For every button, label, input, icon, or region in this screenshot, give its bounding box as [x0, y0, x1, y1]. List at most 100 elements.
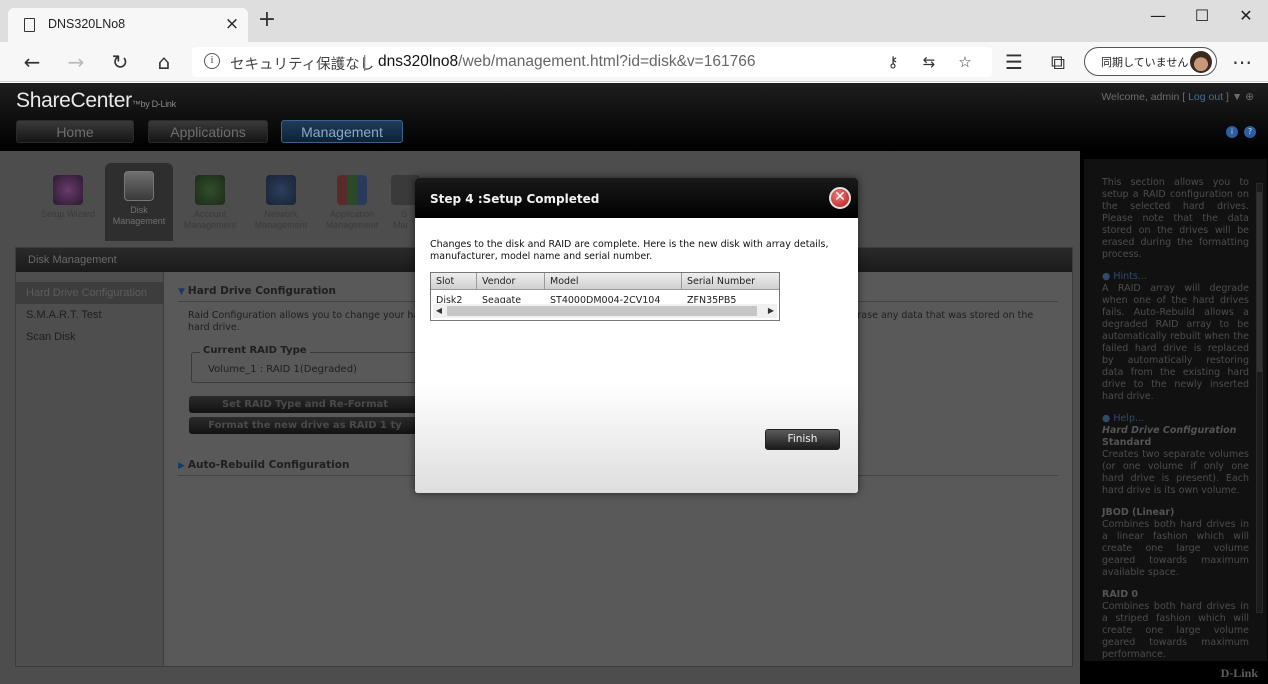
sync-button[interactable]: 同期していません — [1084, 47, 1217, 76]
table-row[interactable]: Disk2 Seagate ST4000DM004-2CV104 ZFN35PB… — [431, 291, 779, 303]
browser-toolbar: ← → ↻ ⌂ i セキュリティ保護なし | dns320lno8/web/ma… — [0, 42, 1268, 82]
page-icon — [24, 18, 35, 32]
help-scrollbar[interactable] — [1256, 183, 1263, 613]
raid-value: Volume_1 : RAID 1(Degraded) — [208, 364, 357, 375]
format-new-drive-button[interactable]: Format the new drive as RAID 1 ty — [189, 417, 421, 434]
tool-setup-wizard[interactable]: Setup Wizard — [34, 167, 102, 237]
key-icon[interactable]: ⚷ — [882, 51, 904, 73]
collections-icon[interactable]: ⧉ — [1044, 48, 1072, 76]
home-icon[interactable]: ⌂ — [150, 48, 178, 76]
scroll-right-icon[interactable]: ▶ — [765, 304, 777, 318]
standard-heading: Standard — [1102, 437, 1152, 448]
back-icon[interactable]: ← — [18, 48, 46, 76]
tool-label: Management — [254, 220, 308, 230]
info-icon[interactable]: i — [1226, 126, 1238, 138]
address-separator: | — [362, 52, 368, 71]
forward-icon[interactable]: → — [62, 48, 90, 76]
tool-application-management[interactable]: Application Management — [318, 167, 386, 237]
section-hard-drive-configuration[interactable]: ▼ Hard Drive Configuration — [178, 285, 336, 297]
desc-left: Raid Configuration allows you to change … — [188, 310, 430, 321]
dialog-header: Step 4 :Setup Completed ✕ — [415, 178, 858, 218]
dialog-title: Step 4 :Setup Completed — [430, 192, 600, 206]
url-host: dns320lno8 — [378, 53, 459, 70]
section-auto-rebuild[interactable]: ▶ Auto-Rebuild Configuration — [178, 459, 349, 471]
expand-triangle-icon: ▶ — [178, 461, 185, 471]
tab-close-icon[interactable]: × — [222, 14, 242, 34]
info-icon[interactable]: i — [204, 53, 220, 69]
help-title-text: Help... — [1113, 413, 1145, 424]
cell-model: ST4000DM004-2CV104 — [550, 295, 661, 303]
expand-triangle-icon: ▼ — [178, 287, 185, 297]
col-vendor[interactable]: Vendor — [477, 273, 545, 290]
grid-scrollbar[interactable]: ◀ ▶ — [433, 304, 777, 318]
desc-line2: hard drive. — [188, 322, 240, 333]
sidebar-item-smart-test[interactable]: S.M.A.R.T. Test — [16, 304, 163, 326]
logout-link[interactable]: Log out — [1185, 91, 1226, 103]
col-serial-number[interactable]: Serial Number — [682, 273, 779, 290]
help-icon[interactable]: ? — [1244, 126, 1256, 138]
app-header: ShareCenter™by D-Link Welcome, admin [ L… — [0, 83, 1268, 151]
sidebar-item-hard-drive-configuration[interactable]: Hard Drive Configuration — [16, 282, 163, 304]
scroll-thumb[interactable] — [447, 306, 757, 316]
url-path: /web/management.html?id=disk&v=161766 — [458, 53, 756, 70]
globe-icon[interactable]: ⊕ — [1245, 91, 1254, 103]
col-slot[interactable]: Slot — [431, 273, 477, 290]
refresh-icon[interactable]: ↻ — [106, 48, 134, 76]
translate-icon[interactable]: ⇆ — [918, 51, 940, 73]
browser-window: DNS320LNo8 × + — ☐ ✕ ← → ↻ ⌂ i セキュリティ保護な… — [0, 0, 1268, 684]
scroll-left-icon[interactable]: ◀ — [433, 304, 445, 318]
sidebar-item-scan-disk[interactable]: Scan Disk — [16, 326, 163, 348]
maximize-button[interactable]: ☐ — [1182, 6, 1222, 28]
more-menu-icon[interactable]: ⋯ — [1228, 48, 1256, 76]
tool-label: Management — [325, 220, 379, 230]
security-label: セキュリティ保護なし — [230, 57, 375, 73]
set-raid-button[interactable]: Set RAID Type and Re-Format — [189, 396, 421, 413]
header-icons: i? — [1220, 119, 1256, 138]
tool-disk-management[interactable]: Disk Management — [105, 163, 173, 241]
application-icon — [337, 175, 367, 205]
avatar — [1190, 51, 1212, 73]
raid0-heading: RAID 0 — [1102, 589, 1139, 600]
close-icon[interactable]: ✕ — [829, 187, 851, 209]
welcome-suffix: ] ▼ — [1226, 91, 1243, 103]
jbod-desc: Combines both hard drives in a linear fa… — [1102, 519, 1249, 578]
help-pane: This section allows you to setup a RAID … — [1084, 159, 1267, 661]
favorites-list-icon[interactable]: ☰ — [1000, 48, 1028, 76]
tool-label: Account — [193, 209, 227, 219]
tool-label: Application — [329, 209, 375, 219]
logo-text: ShareCenter — [16, 89, 132, 112]
nav-home[interactable]: Home — [16, 120, 134, 143]
new-tab-button[interactable]: + — [256, 9, 278, 32]
tab-bar: DNS320LNo8 × + — ☐ ✕ — [0, 0, 1268, 42]
account-icon — [195, 175, 225, 205]
welcome-prefix: Welcome, admin [ — [1101, 91, 1186, 103]
finish-button[interactable]: Finish — [765, 429, 840, 450]
raid-legend: Current RAID Type — [200, 345, 310, 356]
tool-account-management[interactable]: Account Management — [176, 167, 244, 237]
sync-label: 同期していません — [1101, 56, 1189, 69]
nav-applications[interactable]: Applications — [148, 120, 268, 143]
sharecenter-logo: ShareCenter™by D-Link — [16, 89, 176, 113]
dialog-message: Changes to the disk and RAID are complet… — [430, 239, 829, 262]
cell-slot: Disk2 — [436, 295, 463, 303]
address-bar[interactable]: i セキュリティ保護なし | dns320lno8/web/management… — [192, 47, 992, 77]
sidebar: Hard Drive Configuration S.M.A.R.T. Test… — [16, 272, 164, 666]
browser-tab[interactable]: DNS320LNo8 × — [8, 8, 248, 42]
current-raid-type-box: Current RAID Type Volume_1 : RAID 1(Degr… — [191, 345, 419, 383]
col-model[interactable]: Model — [545, 273, 682, 290]
minimize-button[interactable]: — — [1138, 6, 1178, 28]
disk-icon — [124, 171, 154, 201]
scroll-thumb[interactable] — [1257, 192, 1262, 372]
nav-management[interactable]: Management — [281, 120, 403, 143]
help-intro: This section allows you to setup a RAID … — [1102, 177, 1249, 260]
close-window-button[interactable]: ✕ — [1226, 6, 1266, 28]
dlink-logo: D-Link — [1220, 666, 1258, 680]
favorite-star-icon[interactable]: ☆ — [954, 51, 976, 73]
tool-network-management[interactable]: Network Management — [247, 167, 315, 237]
section-title: Hard Drive Configuration — [187, 285, 336, 297]
hd-config-heading: Hard Drive Configuration — [1102, 425, 1237, 436]
url-text: dns320lno8/web/management.html?id=disk&v… — [378, 53, 755, 71]
standard-desc: Creates two separate volumes (or one vol… — [1102, 449, 1249, 496]
help-title: ● Help... — [1102, 413, 1145, 424]
welcome-text: Welcome, admin [ Log out ] ▼ ⊕ — [1101, 91, 1254, 103]
